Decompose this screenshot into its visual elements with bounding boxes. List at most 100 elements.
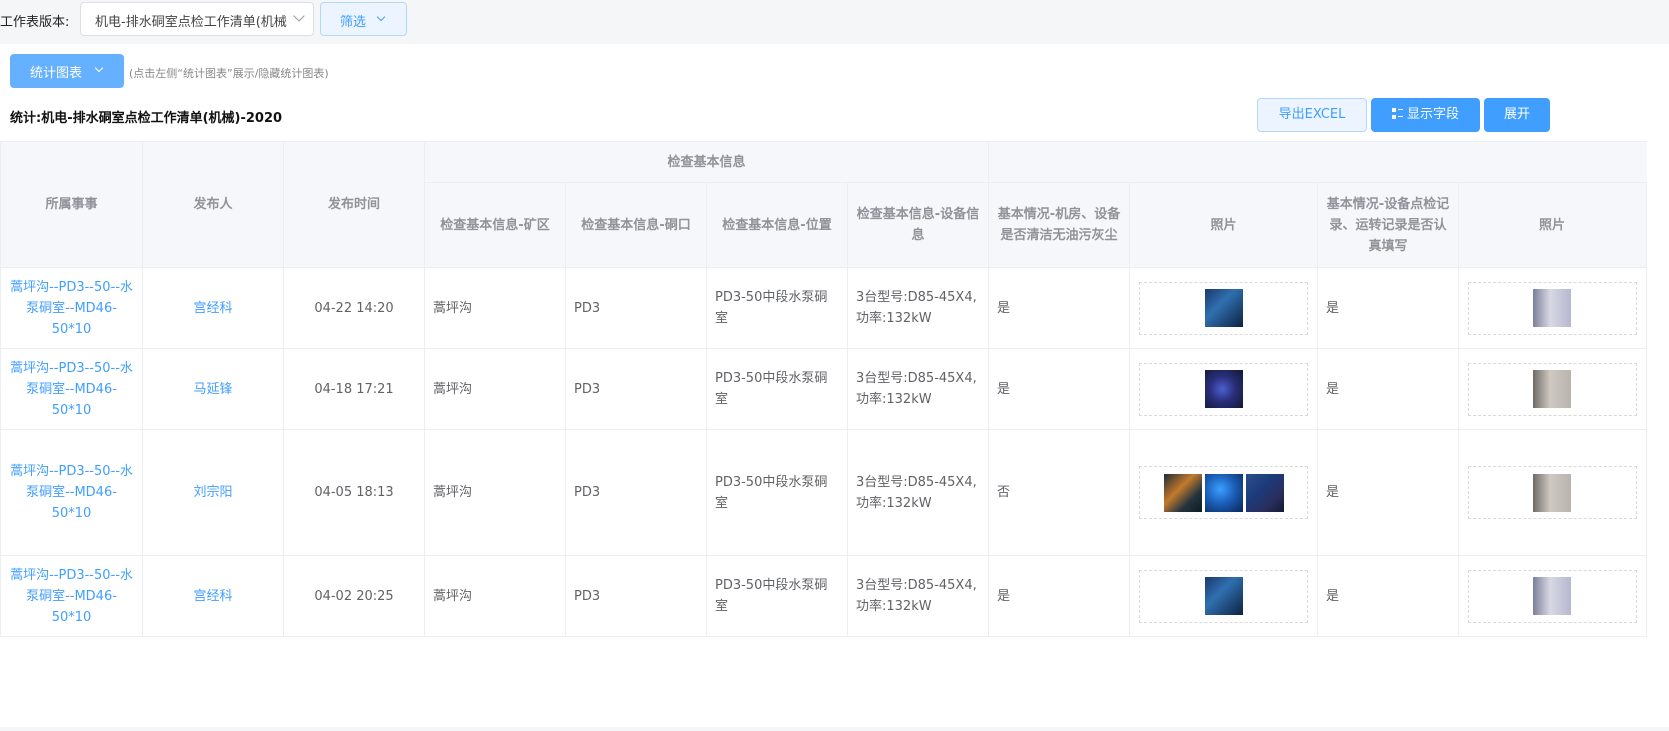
photo-box bbox=[1139, 281, 1308, 335]
header-mouth[interactable]: 检查基本信息-硐口 bbox=[565, 182, 707, 268]
photo-cell bbox=[1129, 429, 1318, 556]
chevron-down-icon bbox=[293, 10, 305, 22]
device-cell: 3台型号:D85-45X4,功率:132kW bbox=[847, 348, 989, 430]
mouth-cell: PD3 bbox=[565, 555, 707, 637]
mine-cell: 蒿坪沟 bbox=[424, 348, 566, 430]
expand-button[interactable]: 展开 bbox=[1484, 98, 1550, 132]
device-cell: 3台型号:D85-45X4,功率:132kW bbox=[847, 429, 989, 556]
export-excel-button[interactable]: 导出EXCEL bbox=[1257, 98, 1367, 132]
photo-box bbox=[1139, 569, 1308, 623]
photo-cell-2 bbox=[1458, 267, 1647, 349]
location-cell: PD3-50中段水泵硐室 bbox=[706, 267, 848, 349]
header-clean[interactable]: 基本情况-机房、设备是否清洁无油污灰尘 bbox=[988, 182, 1130, 268]
header-location[interactable]: 检查基本信息-位置 bbox=[706, 182, 848, 268]
photo-thumbnail[interactable] bbox=[1533, 473, 1571, 512]
publisher-link[interactable]: 宫经科 bbox=[142, 555, 284, 637]
header-mine[interactable]: 检查基本信息-矿区 bbox=[424, 182, 566, 268]
event-link[interactable]: 蒿坪沟--PD3--50--水泵硐室--MD46-50*10 bbox=[0, 267, 143, 349]
record-cell: 是 bbox=[1317, 348, 1459, 430]
header-event[interactable]: 所属事事 bbox=[0, 141, 143, 268]
header-publisher[interactable]: 发布人 bbox=[142, 141, 284, 268]
photo-thumbnail[interactable] bbox=[1163, 473, 1202, 512]
mine-cell: 蒿坪沟 bbox=[424, 555, 566, 637]
table-row: 蒿坪沟--PD3--50--水泵硐室--MD46-50*10 宫经科 04-22… bbox=[0, 267, 1647, 349]
clean-cell: 是 bbox=[988, 267, 1130, 349]
photo-thumbnail[interactable] bbox=[1533, 370, 1571, 408]
show-fields-button[interactable]: 显示字段 bbox=[1371, 98, 1480, 132]
stat-chart-toggle-label: 统计图表 bbox=[30, 66, 83, 81]
header-group-blank bbox=[988, 141, 1647, 183]
page-title: 统计:机电-排水硐室点检工作清单(机械)-2020 bbox=[10, 111, 283, 126]
photo-cell-2 bbox=[1458, 429, 1647, 556]
photo-box bbox=[1139, 466, 1308, 519]
header-time[interactable]: 发布时间 bbox=[283, 141, 425, 268]
publisher-link[interactable]: 刘宗阳 bbox=[142, 429, 284, 556]
publisher-link[interactable]: 马延锋 bbox=[142, 348, 284, 430]
header-device[interactable]: 检查基本信息-设备信息 bbox=[847, 182, 989, 268]
header-photo-2[interactable]: 照片 bbox=[1458, 182, 1647, 268]
photo-box bbox=[1468, 362, 1637, 416]
photo-cell bbox=[1129, 267, 1318, 349]
filter-button-label: 筛选 bbox=[340, 15, 367, 30]
publish-time: 04-02 20:25 bbox=[283, 555, 425, 637]
stat-chart-hint: (点击左侧“统计图表”展示/隐藏统计图表) bbox=[129, 67, 329, 80]
photo-thumbnail[interactable] bbox=[1533, 289, 1571, 327]
version-select-value: 机电-排水硐室点检工作清单(机械 bbox=[95, 15, 287, 30]
show-fields-label: 显示字段 bbox=[1406, 107, 1459, 122]
photo-box bbox=[1139, 362, 1308, 416]
fields-icon bbox=[1391, 108, 1403, 119]
photo-box bbox=[1468, 569, 1637, 623]
event-link[interactable]: 蒿坪沟--PD3--50--水泵硐室--MD46-50*10 bbox=[0, 555, 143, 637]
photo-thumbnail[interactable] bbox=[1533, 577, 1571, 615]
device-cell: 3台型号:D85-45X4,功率:132kW bbox=[847, 267, 989, 349]
stat-chart-toggle-button[interactable]: 统计图表 bbox=[10, 54, 124, 88]
chevron-down-icon bbox=[94, 63, 104, 73]
mouth-cell: PD3 bbox=[565, 348, 707, 430]
clean-cell: 否 bbox=[988, 429, 1130, 556]
photo-box bbox=[1468, 466, 1637, 519]
data-table: 所属事事 发布人 发布时间 检查基本信息 检查基本信息-矿区 检查基本信息-硐口… bbox=[0, 141, 1647, 637]
location-cell: PD3-50中段水泵硐室 bbox=[706, 555, 848, 637]
data-table-wrapper[interactable]: 所属事事 发布人 发布时间 检查基本信息 检查基本信息-矿区 检查基本信息-硐口… bbox=[0, 141, 1669, 731]
location-cell: PD3-50中段水泵硐室 bbox=[706, 429, 848, 556]
top-toolbar: 工作表版本: 机电-排水硐室点检工作清单(机械 筛选 bbox=[0, 0, 1669, 44]
event-link[interactable]: 蒿坪沟--PD3--50--水泵硐室--MD46-50*10 bbox=[0, 429, 143, 556]
clean-cell: 是 bbox=[988, 555, 1130, 637]
table-row: 蒿坪沟--PD3--50--水泵硐室--MD46-50*10 刘宗阳 04-05… bbox=[0, 429, 1647, 556]
record-cell: 是 bbox=[1317, 267, 1459, 349]
publisher-link[interactable]: 宫经科 bbox=[142, 267, 284, 349]
photo-thumbnail[interactable] bbox=[1204, 289, 1243, 327]
device-cell: 3台型号:D85-45X4,功率:132kW bbox=[847, 555, 989, 637]
photo-cell-2 bbox=[1458, 348, 1647, 430]
chevron-down-icon bbox=[376, 12, 386, 22]
mouth-cell: PD3 bbox=[565, 429, 707, 556]
mine-cell: 蒿坪沟 bbox=[424, 267, 566, 349]
export-excel-label: 导出EXCEL bbox=[1278, 107, 1346, 122]
photo-thumbnail[interactable] bbox=[1204, 577, 1243, 615]
header-record[interactable]: 基本情况-设备点检记录、运转记录是否认真填写 bbox=[1317, 182, 1459, 268]
event-link[interactable]: 蒿坪沟--PD3--50--水泵硐室--MD46-50*10 bbox=[0, 348, 143, 430]
version-select[interactable]: 机电-排水硐室点检工作清单(机械 bbox=[80, 2, 314, 36]
version-label: 工作表版本: bbox=[0, 15, 70, 30]
filter-button[interactable]: 筛选 bbox=[320, 2, 407, 36]
photo-cell bbox=[1129, 348, 1318, 430]
photo-cell-2 bbox=[1458, 555, 1647, 637]
publish-time: 04-05 18:13 bbox=[283, 429, 425, 556]
stats-panel: 统计图表 (点击左侧“统计图表”展示/隐藏统计图表) 统计:机电-排水硐室点检工… bbox=[0, 44, 1669, 727]
photo-cell bbox=[1129, 555, 1318, 637]
photo-thumbnail[interactable] bbox=[1204, 370, 1243, 408]
mine-cell: 蒿坪沟 bbox=[424, 429, 566, 556]
record-cell: 是 bbox=[1317, 555, 1459, 637]
publish-time: 04-22 14:20 bbox=[283, 267, 425, 349]
photo-thumbnail[interactable] bbox=[1245, 473, 1284, 512]
photo-box bbox=[1468, 281, 1637, 335]
expand-label: 展开 bbox=[1503, 107, 1530, 122]
publish-time: 04-18 17:21 bbox=[283, 348, 425, 430]
photo-thumbnail[interactable] bbox=[1204, 473, 1243, 512]
header-photo[interactable]: 照片 bbox=[1129, 182, 1318, 268]
record-cell: 是 bbox=[1317, 429, 1459, 556]
location-cell: PD3-50中段水泵硐室 bbox=[706, 348, 848, 430]
table-row: 蒿坪沟--PD3--50--水泵硐室--MD46-50*10 马延锋 04-18… bbox=[0, 348, 1647, 430]
table-row: 蒿坪沟--PD3--50--水泵硐室--MD46-50*10 宫经科 04-02… bbox=[0, 555, 1647, 637]
mouth-cell: PD3 bbox=[565, 267, 707, 349]
